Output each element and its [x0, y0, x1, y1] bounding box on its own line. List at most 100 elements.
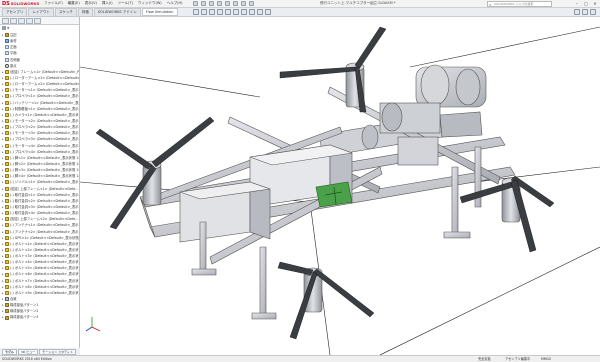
new-icon[interactable] [192, 1, 198, 6]
dimxpert-tab-icon[interactable] [26, 17, 33, 24]
close-button[interactable]: ✕ [592, 1, 598, 7]
menu-window[interactable]: ウィンドウ(W) [138, 1, 162, 6]
zoom-fit-icon[interactable] [193, 9, 199, 15]
tab-evaluate[interactable]: 評価 [77, 7, 93, 17]
part-icon [5, 112, 9, 117]
folder-icon [5, 33, 9, 38]
part-icon [5, 223, 9, 228]
menu-help[interactable]: ヘルプ(H) [167, 1, 183, 6]
ds-logo-mark: DS [2, 0, 10, 7]
tab-layout[interactable]: レイアウト [28, 7, 54, 17]
part-icon [5, 100, 9, 105]
part-icon [5, 131, 9, 136]
display-tab-icon[interactable] [34, 17, 41, 24]
part-icon [5, 168, 9, 173]
part-icon [5, 162, 9, 167]
menu-edit[interactable]: 編集(E) [68, 1, 80, 6]
tab-assembly[interactable]: アセンブリ [2, 7, 28, 17]
part-icon [5, 260, 9, 265]
tab-addins[interactable]: SOLIDWORKS アドイン [93, 7, 141, 17]
print-icon[interactable] [216, 1, 222, 6]
sensor-icon [5, 39, 9, 44]
part-icon [5, 254, 9, 259]
tab-motion-study[interactable]: モーション スタディ 1 [39, 348, 76, 355]
undo-icon[interactable] [224, 1, 230, 6]
part-icon [5, 137, 9, 142]
part-icon [5, 229, 9, 234]
property-manager-tab-icon[interactable] [10, 17, 17, 24]
folder-icon [5, 309, 9, 314]
feature-manager-tabs [0, 17, 79, 25]
part-icon [5, 235, 9, 240]
section-view-icon[interactable] [217, 9, 223, 15]
assembly-model[interactable] [80, 17, 600, 355]
filter-label: ▼ [7, 26, 10, 30]
tab-sketch[interactable]: スケッチ [54, 7, 77, 17]
part-icon [5, 266, 9, 271]
solidworks-logo[interactable]: DS SOLIDWORKS [0, 0, 40, 8]
part-icon [5, 180, 9, 185]
resources-icon[interactable] [574, 9, 580, 15]
scene-icon[interactable] [257, 9, 263, 15]
view-orientation-icon[interactable] [225, 9, 231, 15]
document-title: 飛行ユニット上.マルチコプター組立.SLDASM * [320, 1, 396, 5]
zoom-area-icon[interactable] [201, 9, 207, 15]
status-edition: SOLIDWORKS 2016 x64 Edition [2, 357, 52, 361]
menu-file[interactable]: ファイル(F) [44, 1, 63, 6]
part-icon [5, 94, 9, 99]
part-icon [5, 186, 9, 191]
save-icon[interactable] [208, 1, 214, 6]
file-explorer-icon[interactable] [590, 9, 596, 15]
rebuild-icon[interactable] [240, 1, 246, 6]
hide-show-icon[interactable] [241, 9, 247, 15]
reference-triad [85, 317, 101, 332]
part-icon [5, 290, 9, 295]
part-icon [5, 82, 9, 87]
help-search-input[interactable]: ⌕ SOLIDWORKS ヘルプの検索 [487, 1, 552, 7]
part-icon [5, 119, 9, 124]
minimize-button[interactable]: – [574, 1, 580, 7]
part-icon [5, 284, 9, 289]
menu-insert[interactable]: 挿入(I) [102, 1, 113, 6]
plane-icon [5, 45, 9, 50]
mate-icon [5, 297, 9, 302]
open-icon[interactable] [200, 1, 206, 6]
quick-access-toolbar [192, 1, 254, 6]
maximize-button[interactable]: □ [583, 1, 589, 7]
unit-system-selector[interactable]: MMGS [541, 356, 551, 362]
status-definition: 完全定義 [478, 357, 491, 361]
tree-filter[interactable]: ▼ [2, 26, 77, 31]
graphics-viewport[interactable] [80, 17, 600, 355]
part-icon [5, 241, 9, 246]
part-icon [5, 69, 9, 74]
tab-flow-simulation[interactable]: Flow Simulation [141, 8, 178, 16]
edit-appearance-icon[interactable] [249, 9, 255, 15]
tab-model[interactable]: モデル [2, 348, 18, 355]
part-icon [5, 143, 9, 148]
tab-3d-view[interactable]: 3D ビュー [18, 348, 39, 355]
tree-item-label: (-) ボルト<9> (Default<<Default>_表示状... [10, 290, 79, 295]
menu-bar: ファイル(F) 編集(E) 表示(V) 挿入(I) ツール(T) ウィンドウ(W… [44, 1, 183, 6]
previous-view-icon[interactable] [209, 9, 215, 15]
propeller-rear-left[interactable] [279, 26, 387, 113]
filter-icon [2, 26, 6, 30]
folder-icon [5, 303, 9, 308]
select-icon[interactable] [232, 1, 238, 6]
options-icon[interactable] [248, 1, 254, 6]
design-library-icon[interactable] [582, 9, 588, 15]
propeller-front-right[interactable] [277, 261, 375, 340]
plane-icon [5, 51, 9, 56]
folder-icon [5, 315, 9, 320]
view-settings-icon[interactable] [265, 9, 271, 15]
part-icon [5, 205, 9, 209]
search-placeholder: SOLIDWORKS ヘルプの検索 [494, 2, 534, 6]
tree-item[interactable]: ▸ 構成部品パターン3 [2, 314, 79, 320]
display-style-icon[interactable] [233, 9, 239, 15]
part-icon [5, 174, 9, 179]
search-icon: ⌕ [489, 2, 492, 7]
status-bar: SOLIDWORKS 2016 x64 Edition 完全定義 アセンブリ編集… [0, 355, 600, 362]
feature-tree-tab-icon[interactable] [2, 17, 9, 24]
configuration-tab-icon[interactable] [18, 17, 25, 24]
menu-view[interactable]: 表示(V) [85, 1, 97, 6]
menu-tools[interactable]: ツール(T) [118, 1, 133, 6]
